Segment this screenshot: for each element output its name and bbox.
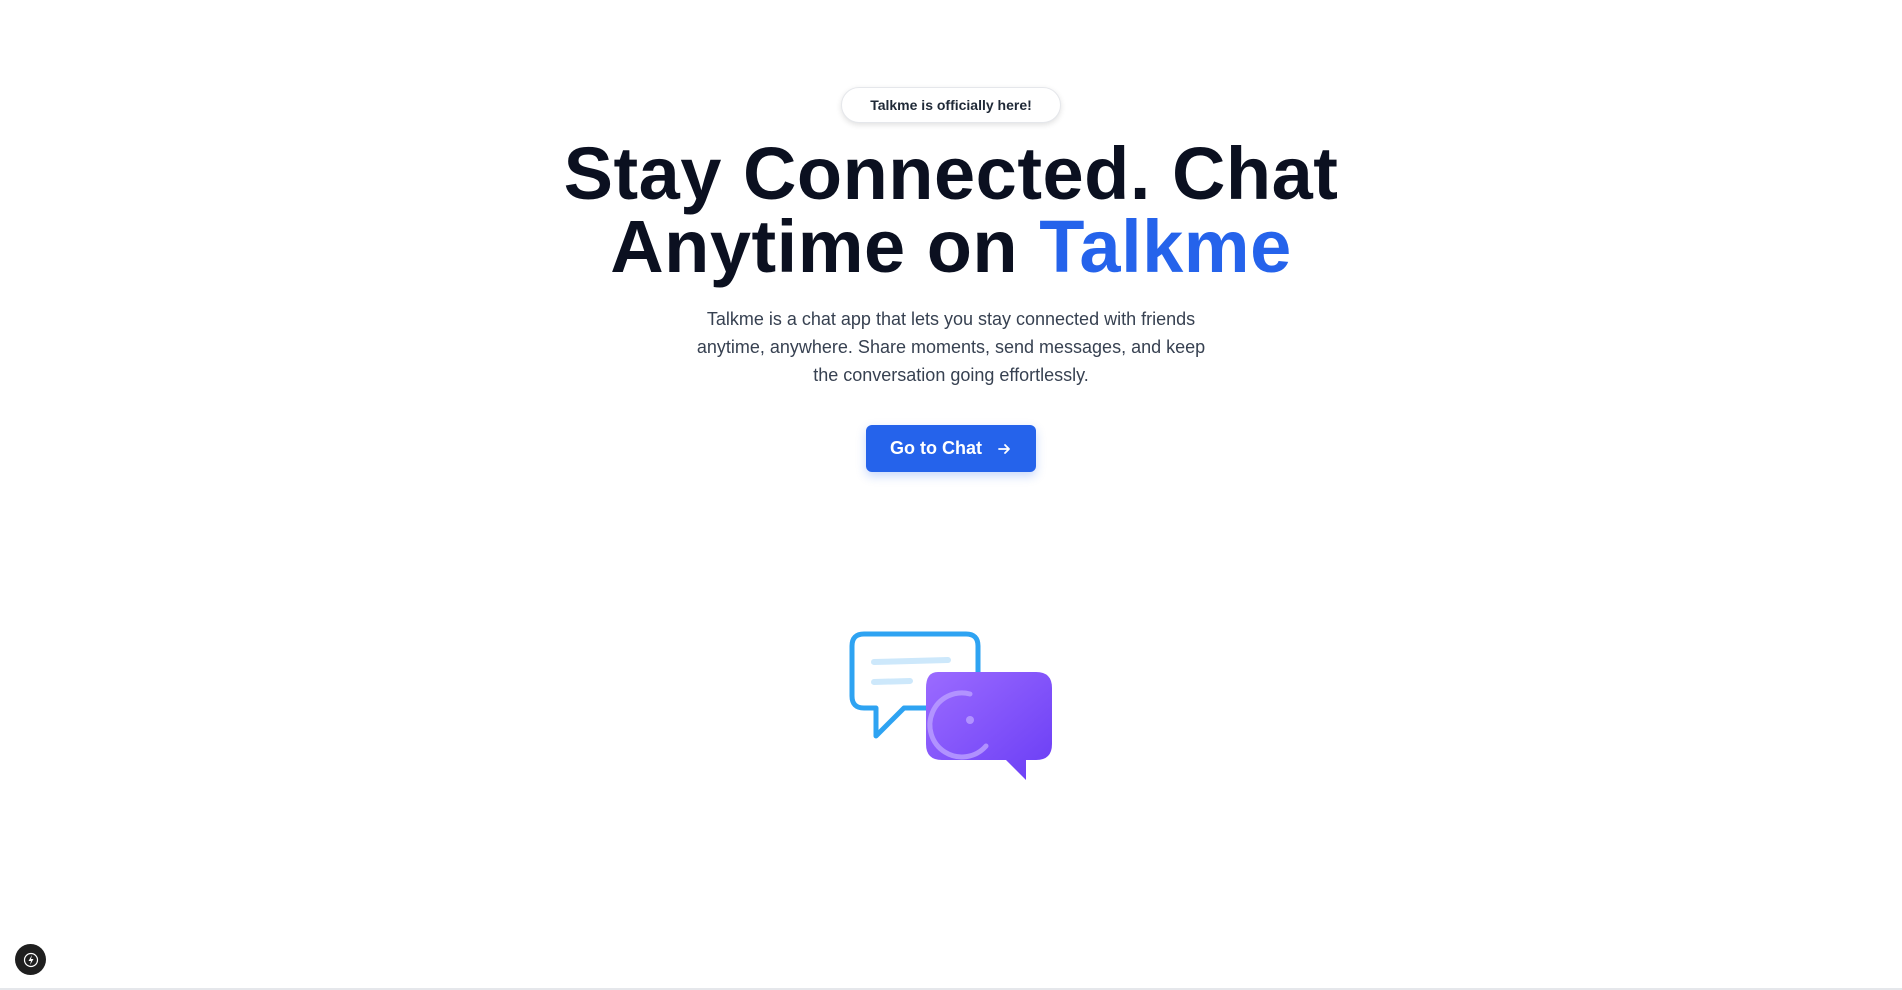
- headline-line-2: Anytime on Talkme: [564, 210, 1339, 284]
- headline-line-1: Stay Connected. Chat: [563, 132, 1339, 215]
- hero-section: Talkme is officially here! Stay Connecte…: [0, 87, 1902, 472]
- hero-headline: Stay Connected. Chat Anytime on Talkme: [563, 132, 1339, 284]
- go-to-chat-label: Go to Chat: [890, 438, 982, 458]
- headline-brand: Talkme: [1039, 205, 1292, 288]
- landing-page: Talkme is officially here! Stay Connecte…: [0, 0, 1902, 990]
- go-to-chat-button[interactable]: Go to Chat: [866, 425, 1036, 472]
- hero-subtitle: Talkme is a chat app that lets you stay …: [696, 309, 1206, 385]
- arrow-right-icon: [996, 441, 1012, 457]
- headline-line-2-prefix: Anytime on: [610, 205, 1040, 288]
- chat-bubbles-icon: [846, 628, 1058, 792]
- lightning-bolt-icon[interactable]: [15, 944, 46, 975]
- announcement-badge: Talkme is officially here!: [841, 87, 1061, 123]
